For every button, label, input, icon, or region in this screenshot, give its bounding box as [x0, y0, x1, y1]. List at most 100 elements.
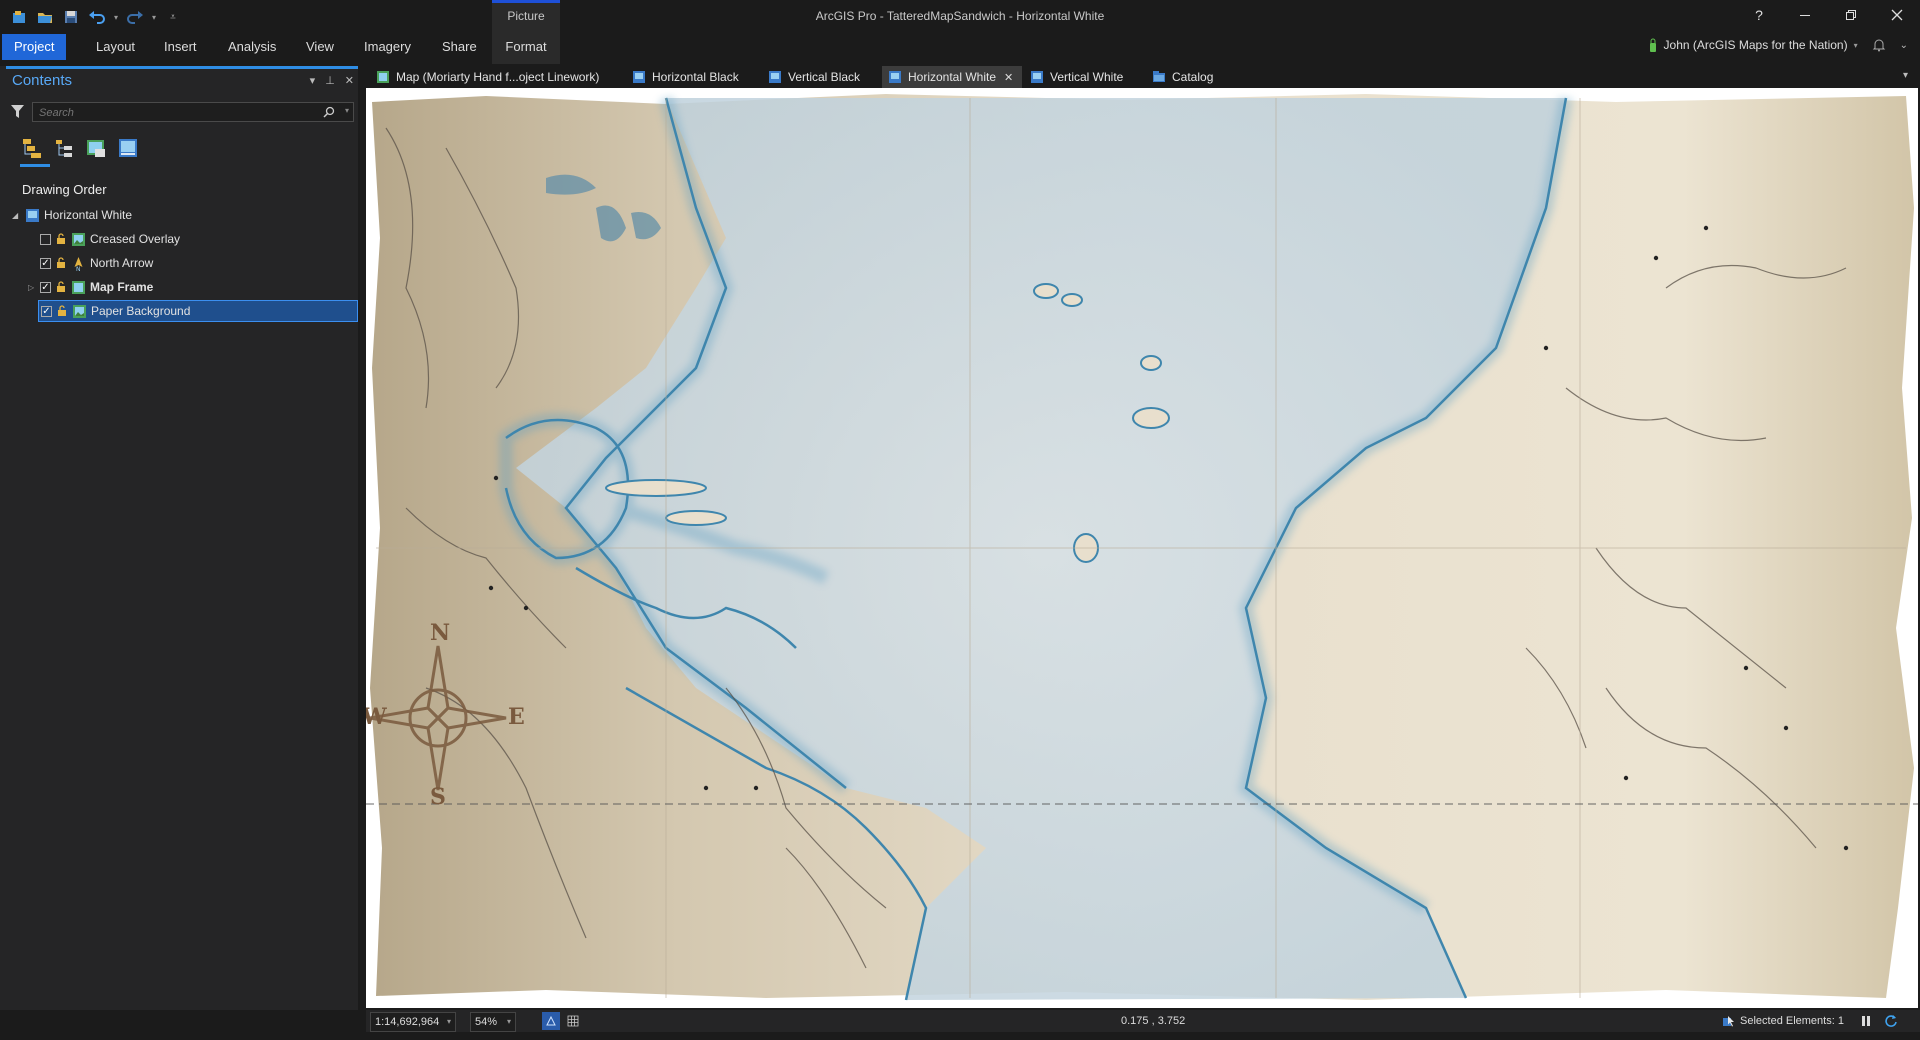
- layout-canvas[interactable]: N S E W: [366, 88, 1918, 1008]
- tree-item-creased-overlay[interactable]: Creased Overlay: [40, 228, 358, 250]
- tab-overflow-icon[interactable]: ▾: [1903, 70, 1908, 81]
- tree-root-layout[interactable]: ◢ Horizontal White: [12, 204, 132, 226]
- close-window-button[interactable]: [1874, 0, 1920, 30]
- scale-value: 1:14,692,964: [375, 1016, 440, 1028]
- layout-icon: [888, 70, 902, 84]
- search-input[interactable]: [37, 104, 321, 122]
- compass-north-label: N: [430, 620, 451, 646]
- expand-arrow-icon[interactable]: ▷: [28, 283, 40, 292]
- minimize-icon: [1800, 15, 1810, 16]
- tab-format[interactable]: Format: [492, 34, 560, 64]
- tab-label: Horizontal White: [908, 70, 997, 84]
- list-by-map-frame-icon[interactable]: [84, 136, 108, 160]
- selected-elements-text: Selected Elements: 1: [1740, 1015, 1844, 1027]
- save-icon[interactable]: [60, 7, 82, 27]
- visibility-checkbox[interactable]: [40, 233, 51, 245]
- tab-vertical-black[interactable]: Vertical Black: [762, 66, 866, 88]
- minimize-button[interactable]: [1782, 0, 1828, 30]
- compass-south-label: S: [430, 784, 446, 810]
- visibility-checkbox[interactable]: ✓: [40, 281, 51, 293]
- compass-rose-icon: [369, 645, 507, 791]
- tab-view[interactable]: View: [294, 34, 346, 60]
- layout-icon: [632, 70, 646, 84]
- redo-icon[interactable]: [124, 7, 146, 27]
- tree-item-label: Map Frame: [90, 280, 154, 294]
- collapse-arrow-icon[interactable]: ◢: [12, 211, 24, 220]
- refresh-icon: [1885, 1015, 1897, 1027]
- undo-dropdown-icon[interactable]: ▾: [112, 7, 120, 27]
- tab-insert[interactable]: Insert: [152, 34, 209, 60]
- list-by-element-type-icon[interactable]: [52, 136, 76, 160]
- north-arrow-compass[interactable]: N S E W: [366, 618, 556, 810]
- contents-view-icons: [20, 136, 140, 160]
- selection-icon: [1723, 1016, 1734, 1027]
- layout-icon: [768, 70, 782, 84]
- open-folder-icon[interactable]: [34, 7, 56, 27]
- visibility-checkbox[interactable]: ✓: [40, 257, 51, 269]
- tab-analysis[interactable]: Analysis: [216, 34, 288, 60]
- tree-item-map-frame[interactable]: ▷ ✓ Map Frame: [28, 276, 358, 298]
- lock-icon[interactable]: [55, 281, 67, 293]
- lock-icon[interactable]: [55, 257, 67, 269]
- user-dropdown-icon[interactable]: ▾: [1854, 41, 1858, 50]
- snapping-toggle[interactable]: [542, 1012, 560, 1030]
- search-options-icon[interactable]: ▾: [345, 106, 349, 115]
- tab-vertical-white[interactable]: Vertical White: [1024, 66, 1129, 88]
- customize-toolbar-icon[interactable]: ⩡: [162, 7, 184, 27]
- close-tab-icon[interactable]: ✕: [1004, 71, 1013, 84]
- tab-horizontal-white[interactable]: Horizontal White ✕: [882, 66, 1022, 88]
- refresh-button[interactable]: [1884, 1012, 1898, 1030]
- tree-root-label: Horizontal White: [44, 208, 133, 222]
- map-frame-icon: [70, 279, 86, 295]
- scale-dropdown-icon[interactable]: ▾: [447, 1013, 451, 1031]
- pane-menu-icon[interactable]: ▾: [310, 74, 316, 87]
- compass-west-label: W: [366, 704, 387, 730]
- user-name[interactable]: John (ArcGIS Maps for the Nation): [1664, 38, 1848, 52]
- layout-icon: [24, 207, 40, 223]
- tab-share[interactable]: Share: [430, 34, 489, 60]
- grid-toggle[interactable]: [564, 1012, 582, 1030]
- drawing-order-heading: Drawing Order: [22, 182, 107, 197]
- help-button[interactable]: ?: [1736, 0, 1782, 30]
- list-by-drawing-order-icon[interactable]: [20, 136, 44, 160]
- ribbon-collapse-icon[interactable]: ⌄: [1900, 40, 1908, 51]
- notification-bell-icon[interactable]: [1872, 38, 1886, 52]
- pin-icon[interactable]: ⊥: [325, 74, 335, 87]
- new-project-icon[interactable]: [8, 7, 30, 27]
- tab-imagery[interactable]: Imagery: [352, 34, 423, 60]
- search-row: ▾: [8, 102, 358, 124]
- contents-header: Contents ▾ ⊥ ✕: [6, 66, 358, 93]
- close-pane-icon[interactable]: ✕: [345, 74, 354, 87]
- scale-field[interactable]: 1:14,692,964 ▾: [370, 1012, 456, 1032]
- redo-dropdown-icon[interactable]: ▾: [150, 7, 158, 27]
- undo-icon[interactable]: [86, 7, 108, 27]
- compass-east-label: E: [508, 704, 525, 730]
- lock-icon[interactable]: [55, 233, 67, 245]
- quick-access-toolbar: ▾ ▾ ⩡: [8, 7, 184, 27]
- tab-map-view[interactable]: Map (Moriarty Hand f...oject Linework): [370, 66, 605, 88]
- tab-label: Catalog: [1172, 70, 1214, 84]
- tab-catalog[interactable]: Catalog: [1146, 66, 1219, 88]
- visibility-checkbox[interactable]: ✓: [41, 305, 52, 317]
- tree-item-paper-background[interactable]: ✓ Paper Background: [38, 300, 358, 322]
- list-by-layout-icon[interactable]: [116, 136, 140, 160]
- lock-icon[interactable]: [56, 305, 68, 317]
- zoom-dropdown-icon[interactable]: ▾: [507, 1013, 511, 1031]
- search-icon[interactable]: [323, 106, 335, 118]
- restore-icon: [1846, 10, 1856, 20]
- selected-elements-indicator[interactable]: Selected Elements: 1: [1722, 1012, 1844, 1030]
- tab-horizontal-black[interactable]: Horizontal Black: [626, 66, 745, 88]
- tree-item-label: Paper Background: [91, 304, 191, 318]
- filter-icon[interactable]: [10, 104, 26, 120]
- restore-button[interactable]: [1828, 0, 1874, 30]
- tab-project[interactable]: Project: [2, 34, 67, 60]
- grid-icon: [567, 1015, 579, 1027]
- pause-drawing-button[interactable]: [1860, 1012, 1872, 1030]
- zoom-field[interactable]: 54% ▾: [470, 1012, 516, 1032]
- tab-layout[interactable]: Layout: [84, 34, 147, 60]
- coordinate-readout: 0.175 , 3.752: [1121, 1015, 1186, 1027]
- map-icon: [376, 70, 390, 84]
- tree-item-north-arrow[interactable]: ✓ N North Arrow: [40, 252, 358, 274]
- north-arrow-icon: N: [70, 255, 86, 271]
- search-box[interactable]: ▾: [32, 102, 354, 122]
